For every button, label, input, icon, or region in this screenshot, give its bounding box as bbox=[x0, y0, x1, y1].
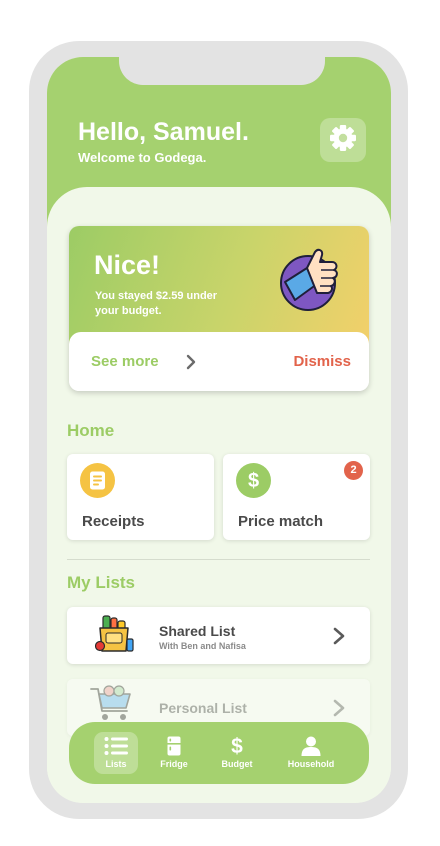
thumbs-up-icon bbox=[277, 246, 347, 317]
dismiss-button[interactable]: Dismiss bbox=[293, 353, 351, 370]
chevron-right-icon bbox=[332, 626, 346, 651]
settings-button[interactable] bbox=[320, 118, 366, 162]
receipts-tile[interactable]: Receipts bbox=[67, 454, 214, 540]
promo-actions: See more Dismiss bbox=[69, 332, 369, 391]
fridge-icon bbox=[167, 735, 181, 757]
dollar-icon: $ bbox=[236, 463, 271, 498]
receipt-icon bbox=[80, 463, 115, 498]
budget-promo-card: Nice! You stayed $2.59 under your budget… bbox=[69, 226, 369, 391]
chevron-right-icon[interactable] bbox=[185, 353, 197, 376]
see-more-button[interactable]: See more bbox=[91, 353, 159, 370]
app-screen: Hello, Samuel. Welcome to Godega. Nice! … bbox=[47, 57, 391, 803]
greeting-subtitle: Welcome to Godega. bbox=[78, 150, 207, 165]
list-icon bbox=[104, 735, 128, 757]
person-icon bbox=[301, 735, 321, 757]
svg-text:$: $ bbox=[231, 735, 243, 757]
promo-banner: Nice! You stayed $2.59 under your budget… bbox=[69, 226, 369, 344]
nav-label: Budget bbox=[221, 759, 253, 769]
dollar-icon: $ bbox=[230, 735, 244, 757]
nav-label: Household bbox=[287, 759, 335, 769]
nav-label: Fridge bbox=[160, 759, 188, 769]
lists-section-title: My Lists bbox=[67, 573, 136, 592]
phone-notch bbox=[119, 57, 325, 85]
list-subtitle: With Ben and Nafisa bbox=[159, 641, 246, 651]
price-match-tile[interactable]: $ 2 Price match bbox=[223, 454, 370, 540]
price-match-label: Price match bbox=[238, 513, 324, 530]
home-section-title: Home bbox=[67, 421, 115, 440]
nav-fridge[interactable]: Fridge bbox=[145, 732, 203, 774]
bottom-navigation: Lists Fridge $ Budget Household bbox=[69, 722, 369, 784]
svg-text:$: $ bbox=[248, 470, 259, 492]
nav-budget[interactable]: $ Budget bbox=[208, 732, 266, 774]
section-divider bbox=[67, 559, 370, 560]
list-title: Personal List bbox=[159, 700, 247, 716]
nav-label: Lists bbox=[105, 759, 127, 769]
nav-lists[interactable]: Lists bbox=[94, 732, 138, 774]
nav-household[interactable]: Household bbox=[281, 732, 341, 774]
chevron-right-icon bbox=[332, 698, 346, 723]
receipts-label: Receipts bbox=[82, 513, 145, 530]
greeting-title: Hello, Samuel. bbox=[78, 118, 249, 146]
list-title: Shared List bbox=[159, 623, 236, 639]
promo-message: You stayed $2.59 under your budget. bbox=[95, 290, 218, 317]
shared-list-item[interactable]: Shared List With Ben and Nafisa bbox=[67, 607, 370, 664]
grocery-bag-icon bbox=[94, 615, 135, 658]
notification-badge: 2 bbox=[344, 461, 363, 480]
promo-title: Nice! bbox=[94, 250, 161, 280]
gear-icon bbox=[328, 123, 358, 158]
